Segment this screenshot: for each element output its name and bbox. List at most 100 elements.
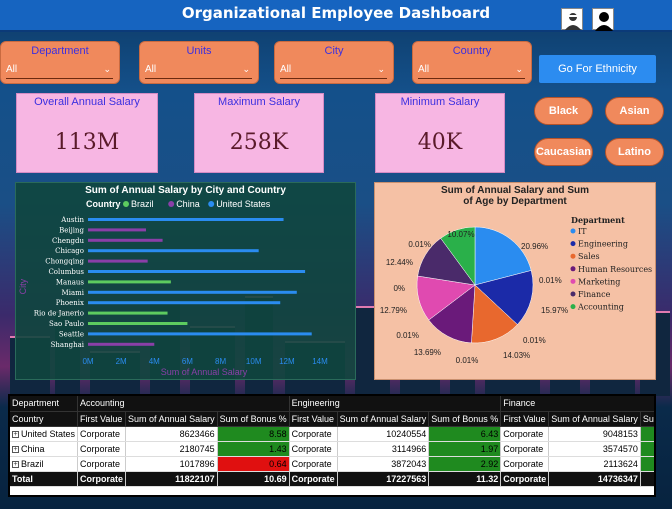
user-silhouette-icon[interactable] bbox=[592, 8, 614, 31]
bar-china bbox=[88, 342, 155, 346]
header-cell: Sum of Bonus % bbox=[217, 411, 290, 427]
ethnicity-latino-button[interactable]: Latino bbox=[605, 138, 664, 166]
slicer-dropdown[interactable]: All ⌄ bbox=[418, 64, 525, 79]
cell: 17227563 bbox=[337, 471, 430, 487]
cell: 3114966 bbox=[337, 441, 430, 457]
slicer-value: All bbox=[6, 64, 18, 75]
header-cell: First Value bbox=[500, 411, 550, 427]
row-country[interactable]: + China bbox=[10, 441, 79, 457]
legend-label: IT bbox=[578, 227, 587, 236]
ethnicity-caucasian-button[interactable]: Caucasian bbox=[534, 138, 593, 166]
bar-united-states bbox=[88, 301, 281, 305]
cell: 3574570 bbox=[548, 441, 641, 457]
bar-china bbox=[88, 228, 146, 232]
legend-marker bbox=[570, 241, 576, 247]
kpi-value: 258K bbox=[229, 130, 289, 155]
legend-marker bbox=[123, 201, 129, 207]
ethnicity-asian-button[interactable]: Asian bbox=[605, 97, 664, 125]
slicer-dropdown[interactable]: All ⌄ bbox=[280, 64, 387, 79]
kpi-title: Minimum Salary bbox=[400, 96, 480, 108]
bar-chart-title: Sum of Annual Salary by City and Country bbox=[85, 185, 286, 196]
slice-data-label: 0% bbox=[393, 284, 405, 293]
bar-united-states bbox=[88, 218, 284, 221]
bar-united-states bbox=[88, 332, 312, 336]
table-row[interactable]: + Brazil Corporate 1017896 0.64 Corporate… bbox=[10, 456, 654, 472]
x-tick-label: 4M bbox=[149, 357, 160, 366]
slicer-dropdown[interactable]: All ⌄ bbox=[6, 64, 113, 79]
slicer-units[interactable]: Units All ⌄ bbox=[139, 41, 259, 84]
bar-brazil bbox=[88, 280, 171, 284]
cell: Corporate bbox=[289, 471, 338, 487]
city-tick-label: Sao Paulo bbox=[49, 320, 84, 328]
cell: 2.92 bbox=[428, 456, 502, 472]
table-row[interactable]: + United States Corporate 8623466 8.58 Co… bbox=[10, 426, 654, 442]
cell: 10240554 bbox=[337, 426, 430, 442]
chevron-down-icon: ⌄ bbox=[103, 64, 111, 74]
expand-icon[interactable]: + bbox=[12, 445, 19, 453]
slicer-value: All bbox=[280, 64, 292, 75]
slice-data-label: 0.01% bbox=[539, 276, 562, 285]
cell: 0.64 bbox=[217, 456, 290, 472]
country-label: Brazil bbox=[21, 458, 44, 469]
legend-label: Brazil bbox=[131, 199, 154, 209]
cell bbox=[640, 456, 654, 472]
header-cell: Sum of Annual Salary bbox=[125, 411, 218, 427]
cell: 1.97 bbox=[428, 441, 502, 457]
legend-marker bbox=[570, 278, 576, 284]
legend-title: Department bbox=[571, 215, 625, 225]
cell: Corporate bbox=[77, 426, 127, 442]
kpi-title: Maximum Salary bbox=[218, 96, 300, 108]
city-tick-label: Austin bbox=[60, 216, 84, 224]
header-cell: Finance bbox=[500, 396, 654, 412]
cell bbox=[640, 471, 654, 487]
city-tick-label: Chongqing bbox=[45, 258, 84, 266]
x-tick-label: 8M bbox=[215, 357, 226, 366]
city-tick-label: Seattle bbox=[59, 330, 84, 338]
slice-data-label: 0.01% bbox=[456, 356, 479, 365]
city-tick-label: Shanghai bbox=[51, 341, 85, 349]
table-row[interactable]: + China Corporate 2180745 1.43 Corporate … bbox=[10, 441, 654, 457]
table-header-row: Department Accounting Engineering Financ… bbox=[10, 396, 654, 412]
slice-data-label: 10.07% bbox=[447, 230, 474, 239]
x-tick-label: 2M bbox=[116, 357, 127, 366]
ethnicity-black-button[interactable]: Black bbox=[534, 97, 593, 125]
row-country[interactable]: + United States bbox=[10, 426, 79, 442]
slice-data-label: 0.01% bbox=[408, 240, 431, 249]
slicer-label: City bbox=[324, 45, 344, 57]
header-cell: Sum o bbox=[640, 411, 654, 427]
cell: Corporate bbox=[77, 471, 127, 487]
go-for-ethnicity-button[interactable]: Go For Ethnicity bbox=[539, 55, 656, 83]
bar-united-states bbox=[88, 290, 297, 294]
legend-marker bbox=[208, 201, 215, 207]
bar-brazil bbox=[88, 322, 188, 325]
cell bbox=[640, 441, 654, 457]
table-header-row: Country First Value Sum of Annual Salary… bbox=[10, 411, 654, 427]
slice-data-label: 13.69% bbox=[414, 348, 441, 357]
matrix-table: Department Accounting Engineering Financ… bbox=[8, 394, 656, 497]
x-tick-label: 0M bbox=[82, 357, 93, 366]
legend-marker bbox=[570, 253, 576, 259]
cell: 8.58 bbox=[217, 426, 290, 442]
city-tick-label: Phoenix bbox=[56, 299, 84, 307]
cell: 3872043 bbox=[337, 456, 430, 472]
cell: Corporate bbox=[500, 426, 550, 442]
cell: Corporate bbox=[500, 441, 550, 457]
header-cell: First Value bbox=[77, 411, 127, 427]
expand-icon[interactable]: + bbox=[12, 430, 19, 438]
row-country[interactable]: + Brazil bbox=[10, 456, 79, 472]
slicer-department[interactable]: Department All ⌄ bbox=[0, 41, 120, 84]
slice-data-label: 15.97% bbox=[541, 306, 568, 315]
user-icon[interactable] bbox=[561, 8, 583, 30]
cell: 1.43 bbox=[217, 441, 290, 457]
cell: 8623466 bbox=[125, 426, 218, 442]
slicer-dropdown[interactable]: All ⌄ bbox=[145, 64, 252, 79]
slicer-city[interactable]: City All ⌄ bbox=[274, 41, 394, 84]
header-cell: First Value bbox=[289, 411, 338, 427]
cell: 11.32 bbox=[428, 471, 502, 487]
chevron-down-icon: ⌄ bbox=[377, 64, 385, 74]
header-cell: Country bbox=[10, 411, 79, 427]
legend-marker bbox=[168, 201, 175, 207]
x-tick-label: 14M bbox=[312, 357, 328, 366]
slicer-country[interactable]: Country All ⌄ bbox=[412, 41, 532, 84]
expand-icon[interactable]: + bbox=[12, 460, 19, 468]
